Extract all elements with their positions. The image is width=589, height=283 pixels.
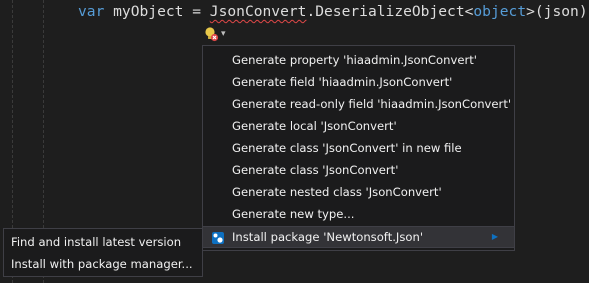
menu-item-install-package[interactable]: Install package 'Newtonsoft.Json' ▶ [203,226,514,248]
submenu-arrow-icon: ▶ [491,232,498,241]
code-identifier: myObject = [104,3,210,20]
chevron-down-icon: ▾ [221,29,226,39]
code-tail: >(json); [526,3,589,20]
menu-item-generate-local[interactable]: Generate local 'JsonConvert' [203,115,514,137]
keyword-var: var [78,3,105,20]
install-package-label: Install package 'Newtonsoft.Json' [232,230,424,244]
menu-item-generate-new-type[interactable]: Generate new type... [203,203,514,225]
nuget-package-icon [211,231,225,245]
submenu-item-install-package-manager[interactable]: Install with package manager... [4,253,202,275]
menu-item-generate-readonly-field[interactable]: Generate read-only field 'hiaadmin.JsonC… [203,93,514,115]
install-package-submenu: Find and install latest version Install … [3,228,203,277]
quick-actions-menu: Generate property 'hiaadmin.JsonConvert'… [202,45,515,251]
lightbulb-error-icon [203,26,219,42]
code-method: .DeserializeObject< [306,3,474,20]
error-token[interactable]: JsonConvert [210,3,307,20]
submenu-item-find-install-latest[interactable]: Find and install latest version [4,231,202,253]
menu-item-generate-field[interactable]: Generate field 'hiaadmin.JsonConvert' [203,71,514,93]
lightbulb-button[interactable]: ▾ [203,26,235,42]
menu-item-generate-class-new-file[interactable]: Generate class 'JsonConvert' in new file [203,137,514,159]
keyword-object: object [473,3,527,20]
code-line[interactable]: var myObject = JsonConvert.DeserializeOb… [78,2,589,22]
menu-item-generate-nested-class[interactable]: Generate nested class 'JsonConvert' [203,181,514,203]
menu-item-generate-class[interactable]: Generate class 'JsonConvert' [203,159,514,181]
menu-item-generate-property[interactable]: Generate property 'hiaadmin.JsonConvert' [203,49,514,71]
